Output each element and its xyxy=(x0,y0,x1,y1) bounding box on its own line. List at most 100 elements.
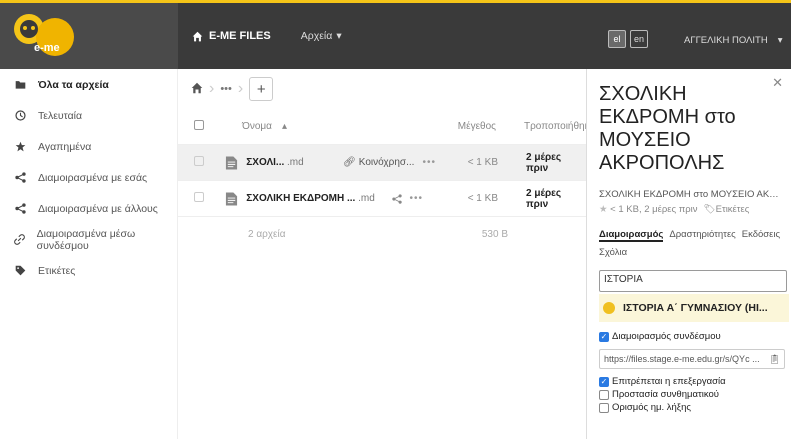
sidebar-item-label: Διαμοιρασμένα με άλλους xyxy=(38,202,158,215)
sidebar-item-label: Όλα τα αρχεία xyxy=(38,78,109,91)
file-name[interactable]: ΣΧΟΛΙΚΗ ΕΚΔΡΟΜΗ ... xyxy=(246,193,355,204)
close-icon[interactable]: ✕ xyxy=(772,75,783,91)
table-row[interactable]: ΣΧΟΛΙΚΗ ΕΚΔΡΟΜΗ ... .md ••• < 1 KB 2 μέρ… xyxy=(178,181,586,217)
language-switcher: el en xyxy=(608,30,648,48)
tab-sharing[interactable]: Διαμοιρασμός xyxy=(599,229,664,242)
shared-link-button[interactable]: 🔗︎ Κοινόχρησ... xyxy=(343,157,414,168)
group-avatar-icon xyxy=(603,302,615,314)
home-icon xyxy=(192,31,203,41)
tag-icon: 🏷︎ xyxy=(703,204,716,215)
sidebar-item-label: Διαμοιρασμένα μέσω συνδέσμου xyxy=(36,227,136,252)
file-modified: 2 μέρες πριν xyxy=(526,151,562,174)
row-actions-menu[interactable]: ••• xyxy=(422,157,436,168)
row-checkbox[interactable] xyxy=(194,192,204,202)
sidebar-item-tags[interactable]: Ετικέτες xyxy=(0,255,177,286)
link-share-option[interactable]: Διαμοιρασμός συνδέσμου xyxy=(599,330,791,343)
link-icon: 🔗︎ xyxy=(343,157,356,168)
summary-count: 2 αρχεία xyxy=(248,228,286,240)
sidebar-item-label: Αγαπημένα xyxy=(38,140,92,153)
new-button[interactable]: + xyxy=(249,77,274,101)
sidebar-item-all-files[interactable]: Όλα τα αρχεία xyxy=(0,69,177,100)
suggestion-label: ΙΣΤΟΡΙΑ Α΄ ΓΥΜΝΑΣΙΟΥ (ΗΙ... xyxy=(623,302,768,314)
sidebar-item-label: Διαμοιρασμένα με εσάς xyxy=(38,171,148,184)
clock-icon xyxy=(14,110,26,121)
file-icon xyxy=(226,156,238,169)
file-modified: 2 μέρες πριν xyxy=(526,187,562,210)
caret-down-icon: ▾ xyxy=(777,35,783,46)
lang-en-button[interactable]: en xyxy=(630,30,648,48)
link-icon xyxy=(14,234,25,245)
summary-size: 530 B xyxy=(481,228,508,240)
row-actions-menu[interactable]: ••• xyxy=(410,193,424,204)
breadcrumb: › ••• › + xyxy=(178,69,586,109)
files-menu[interactable]: Αρχεία ▾ xyxy=(301,30,342,42)
sidebar-item-shared-with-you[interactable]: Διαμοιρασμένα με εσάς xyxy=(0,162,177,193)
link-share-label: Διαμοιρασμός συνδέσμου xyxy=(612,331,721,342)
summary-row: 2 αρχεία 530 B xyxy=(178,217,586,251)
select-all-checkbox[interactable] xyxy=(194,120,204,130)
user-menu[interactable]: ΑΓΓΕΛΙΚΗ ΠΟΛΙΤΗ ▾ xyxy=(684,35,782,46)
breadcrumb-separator: › xyxy=(237,80,244,97)
sidebar-item-label: Τελευταία xyxy=(38,109,83,122)
allow-edit-option[interactable]: Επιτρέπεται η επεξεργασία xyxy=(599,375,791,388)
files-menu-label: Αρχεία xyxy=(300,30,333,42)
more-icon[interactable]: ••• xyxy=(220,83,232,95)
sort-up-icon: ▴ xyxy=(281,121,287,132)
link-share-checkbox[interactable] xyxy=(599,331,609,342)
top-bar: e-me E-ME FILES Αρχεία ▾ el en ΑΓΓΕΛΙΚΗ … xyxy=(0,0,791,69)
password-option[interactable]: Προστασία συνθηματικού xyxy=(599,388,791,401)
column-size[interactable]: Μέγεθος xyxy=(443,121,496,132)
logo-area[interactable]: e-me xyxy=(0,3,178,69)
user-name: ΑΓΓΕΛΙΚΗ ΠΟΛΙΤΗ xyxy=(684,35,768,46)
row-checkbox[interactable] xyxy=(194,156,204,166)
expiry-option[interactable]: Ορισμός ημ. λήξης xyxy=(599,401,791,414)
file-icon xyxy=(226,192,238,205)
share-icon xyxy=(14,203,26,214)
file-name[interactable]: ΣΧΟΛΙ... xyxy=(246,157,284,168)
share-icon xyxy=(14,172,26,183)
home-icon[interactable] xyxy=(191,82,203,97)
file-size: < 1 KB xyxy=(467,193,498,204)
details-panel: ✕ ΣΧΟΛΙΚΗ ΕΚΔΡΟΜΗ στο ΜΟΥΣΕΙΟ ΑΚΡΟΠΟΛΗΣ … xyxy=(586,69,791,439)
star-icon[interactable]: ★ xyxy=(599,204,608,215)
sidebar-item-favorites[interactable]: Αγαπημένα xyxy=(0,131,177,162)
allow-edit-checkbox[interactable] xyxy=(599,376,609,387)
file-ext: .md xyxy=(287,157,304,168)
expiry-label: Ορισμός ημ. λήξης xyxy=(612,402,691,413)
tab-versions[interactable]: Εκδόσεις xyxy=(742,229,780,242)
folder-icon xyxy=(15,81,25,89)
allow-edit-label: Επιτρέπεται η επεξεργασία xyxy=(612,376,726,387)
tag-icon xyxy=(15,265,25,276)
column-modified[interactable]: Τροποποιήθηκε xyxy=(496,121,594,132)
e-me-logo: e-me xyxy=(12,12,78,60)
sidebar-item-shared-via-link[interactable]: Διαμοιρασμένα μέσω συνδέσμου xyxy=(0,224,177,255)
share-icon[interactable] xyxy=(391,193,402,204)
tab-activity[interactable]: Δραστηριότητες xyxy=(669,229,735,242)
panel-meta: ★ < 1 KB, 2 μέρες πριν 🏷︎Ετικέτες xyxy=(599,204,750,215)
share-search-input[interactable]: ΙΣΤΟΡΙΑ xyxy=(599,270,787,292)
sidebar-item-recent[interactable]: Τελευταία xyxy=(0,100,177,131)
file-ext: .md xyxy=(358,193,375,204)
clipboard-icon[interactable]: 📋︎ xyxy=(769,354,780,365)
panel-subtitle: ΣΧΟΛΙΚΗ ΕΚΔΡΟΜΗ στο ΜΟΥΣΕΙΟ ΑΚΡ... xyxy=(599,189,779,200)
expiry-checkbox[interactable] xyxy=(599,402,609,413)
file-size: < 1 KB xyxy=(467,157,498,168)
app-title[interactable]: E-ME FILES xyxy=(192,30,271,42)
table-header: Όνομα ▴ Μέγεθος Τροποποιήθηκε xyxy=(178,109,594,145)
share-link-url: https://files.stage.e-me.edu.gr/s/QYc ..… xyxy=(604,354,760,364)
sidebar-item-label: Ετικέτες xyxy=(38,264,76,277)
share-suggestion[interactable]: ΙΣΤΟΡΙΑ Α΄ ΓΥΜΝΑΣΙΟΥ (ΗΙ... xyxy=(599,294,789,322)
star-icon xyxy=(15,141,25,152)
panel-tabs: Διαμοιρασμός Δραστηριότητες Εκδόσεις Σχό… xyxy=(599,229,785,258)
panel-title: ΣΧΟΛΙΚΗ ΕΚΔΡΟΜΗ στο ΜΟΥΣΕΙΟ ΑΚΡΟΠΟΛΗΣ xyxy=(599,83,736,174)
column-name[interactable]: Όνομα ▴ xyxy=(242,121,380,132)
lang-el-button[interactable]: el xyxy=(608,30,626,48)
tab-comments[interactable]: Σχόλια xyxy=(599,247,627,258)
share-link-field[interactable]: https://files.stage.e-me.edu.gr/s/QYc ..… xyxy=(599,349,785,369)
password-label: Προστασία συνθηματικού xyxy=(612,389,719,400)
password-checkbox[interactable] xyxy=(599,389,609,400)
app-title-label: E-ME FILES xyxy=(209,30,271,42)
tags-button[interactable]: 🏷︎Ετικέτες xyxy=(704,204,750,215)
sidebar-item-shared-with-others[interactable]: Διαμοιρασμένα με άλλους xyxy=(0,193,177,224)
table-row[interactable]: ΣΧΟΛΙ... .md 🔗︎ Κοινόχρησ... ••• < 1 KB 2… xyxy=(178,145,586,181)
